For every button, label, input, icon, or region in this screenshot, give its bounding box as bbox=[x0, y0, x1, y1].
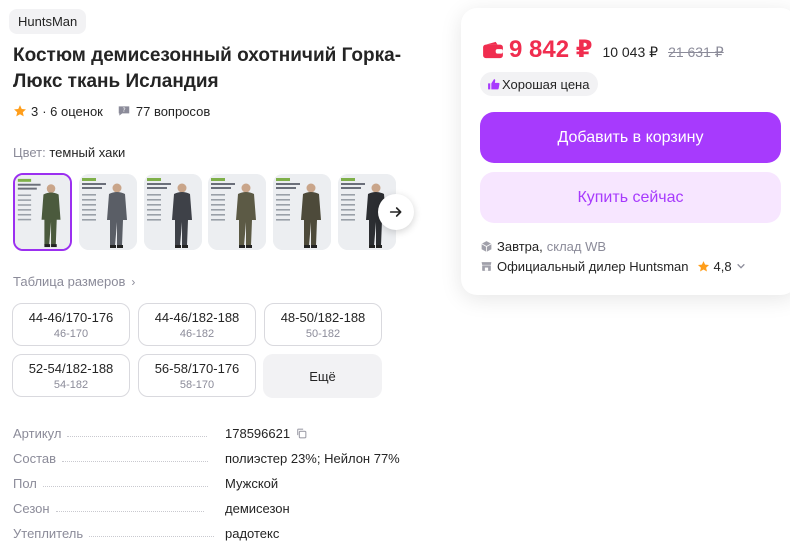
spec-value: 178596621 bbox=[225, 426, 308, 441]
color-row: Цвет: темный хаки bbox=[13, 145, 125, 160]
spec-dots bbox=[89, 526, 215, 537]
badge-label: Хорошая цена bbox=[502, 76, 590, 92]
spec-value: полиэстер 23%; Нейлон 77% bbox=[225, 451, 400, 466]
question-icon: ? bbox=[118, 106, 130, 116]
price-card: 9 842 ₽ 10 043 ₽ 21 631 ₽ Хорошая цена Д… bbox=[461, 8, 790, 295]
spec-row: Состав полиэстер 23%; Нейлон 77% bbox=[13, 451, 413, 476]
size-button[interactable]: 44-46/182-188 46-182 bbox=[138, 303, 256, 346]
spec-row: Пол Мужской bbox=[13, 476, 413, 501]
delivery-row: Завтра, склад WB bbox=[480, 236, 606, 256]
spec-dots bbox=[42, 476, 208, 487]
spec-key: Пол bbox=[13, 476, 37, 491]
size-button[interactable]: 48-50/182-188 50-182 bbox=[264, 303, 382, 346]
rating-row[interactable]: 3 · 6 оценок ? 77 вопросов bbox=[13, 101, 210, 121]
product-photo bbox=[144, 174, 202, 250]
color-thumbnail[interactable] bbox=[273, 174, 331, 250]
size-sub: 54-182 bbox=[53, 379, 89, 391]
product-photo bbox=[79, 174, 137, 250]
shop-icon bbox=[481, 261, 492, 271]
box-icon bbox=[481, 240, 492, 252]
spec-value: Мужской bbox=[225, 476, 279, 491]
size-main: 44-46/170-176 bbox=[28, 310, 114, 325]
size-button[interactable]: 52-54/182-188 54-182 bbox=[12, 354, 130, 397]
spec-key: Артикул bbox=[13, 426, 62, 441]
good-price-badge[interactable]: Хорошая цена bbox=[480, 72, 599, 96]
reviews-count[interactable]: · 6 оценок bbox=[42, 104, 103, 119]
star-icon bbox=[14, 105, 26, 117]
questions-link[interactable]: 77 вопросов bbox=[136, 104, 210, 119]
spec-dots bbox=[67, 426, 208, 437]
size-button[interactable]: 56-58/170-176 58-170 bbox=[138, 354, 256, 397]
color-thumbnails bbox=[12, 173, 396, 251]
dealer-row[interactable]: Официальный дилер Huntsman 4,8 bbox=[480, 256, 746, 276]
spec-dots bbox=[62, 451, 209, 462]
dealer-name: Официальный дилер Huntsman bbox=[497, 258, 689, 274]
size-main: 48-50/182-188 bbox=[280, 310, 366, 325]
size-main: 44-46/182-188 bbox=[154, 310, 240, 325]
size-sub: 46-170 bbox=[53, 328, 89, 340]
product-title: Костюм демисезонный охотничий Горка-Люкс… bbox=[13, 45, 402, 92]
spec-key: Сезон bbox=[13, 501, 50, 516]
color-thumbnail[interactable] bbox=[208, 174, 266, 250]
star-icon bbox=[697, 260, 709, 272]
color-value: темный хаки bbox=[49, 145, 126, 160]
size-sub: 46-182 bbox=[179, 328, 215, 340]
spec-value: радотекс bbox=[225, 526, 280, 541]
size-main: 52-54/182-188 bbox=[28, 361, 114, 376]
size-sub: 50-182 bbox=[305, 328, 341, 340]
spec-key: Состав bbox=[13, 451, 57, 466]
price-current: 9 842 ₽ bbox=[509, 36, 593, 63]
more-sizes-button[interactable]: Ещё bbox=[263, 354, 382, 398]
thumbs-up-icon bbox=[488, 78, 500, 89]
size-button[interactable]: 44-46/170-176 46-170 bbox=[12, 303, 130, 346]
arrow-right-icon bbox=[389, 207, 402, 217]
price-without-wallet: 10 043 ₽ bbox=[602, 44, 659, 60]
delivery-place: склад WB bbox=[546, 238, 607, 254]
color-thumbnail[interactable] bbox=[79, 174, 137, 250]
svg-text:?: ? bbox=[122, 108, 125, 114]
product-photo bbox=[273, 174, 331, 250]
product-photo bbox=[15, 175, 70, 249]
add-to-cart-button[interactable]: Добавить в корзину bbox=[480, 112, 781, 163]
rating-score: 3 bbox=[31, 103, 39, 119]
size-table-label: Таблица размеров bbox=[13, 274, 126, 289]
size-table-link[interactable]: Таблица размеров › bbox=[13, 274, 135, 289]
price-original: 21 631 ₽ bbox=[668, 44, 724, 60]
size-sub: 58-170 bbox=[179, 379, 215, 391]
color-thumbnail[interactable] bbox=[13, 173, 72, 251]
thumbnails-next-button[interactable] bbox=[378, 194, 414, 230]
specs-list: Артикул 178596621 Состав полиэстер 23%; … bbox=[13, 426, 413, 549]
buy-now-button[interactable]: Купить сейчас bbox=[480, 172, 781, 223]
dealer-rating: 4,8 bbox=[713, 258, 732, 274]
color-label: Цвет: bbox=[13, 145, 46, 160]
brand-chip[interactable]: HuntsMan bbox=[9, 9, 87, 34]
spec-row: Утеплитель радотекс bbox=[13, 526, 413, 549]
delivery-day: Завтра, bbox=[497, 238, 543, 254]
spec-row: Артикул 178596621 bbox=[13, 426, 413, 451]
color-thumbnail[interactable] bbox=[144, 174, 202, 250]
spec-value: демисезон bbox=[225, 501, 290, 516]
chevron-down-icon bbox=[736, 263, 745, 269]
product-photo bbox=[208, 174, 266, 250]
copy-icon[interactable] bbox=[295, 427, 308, 440]
chevron-right-icon: › bbox=[131, 274, 136, 289]
price-row: 9 842 ₽ 10 043 ₽ 21 631 ₽ bbox=[482, 35, 724, 64]
article-number: 178596621 bbox=[225, 426, 291, 441]
spec-dots bbox=[55, 501, 204, 512]
spec-key: Утеплитель bbox=[13, 526, 84, 541]
wallet-icon bbox=[483, 41, 503, 58]
spec-row: Сезон демисезон bbox=[13, 501, 413, 526]
size-main: 56-58/170-176 bbox=[154, 361, 240, 376]
